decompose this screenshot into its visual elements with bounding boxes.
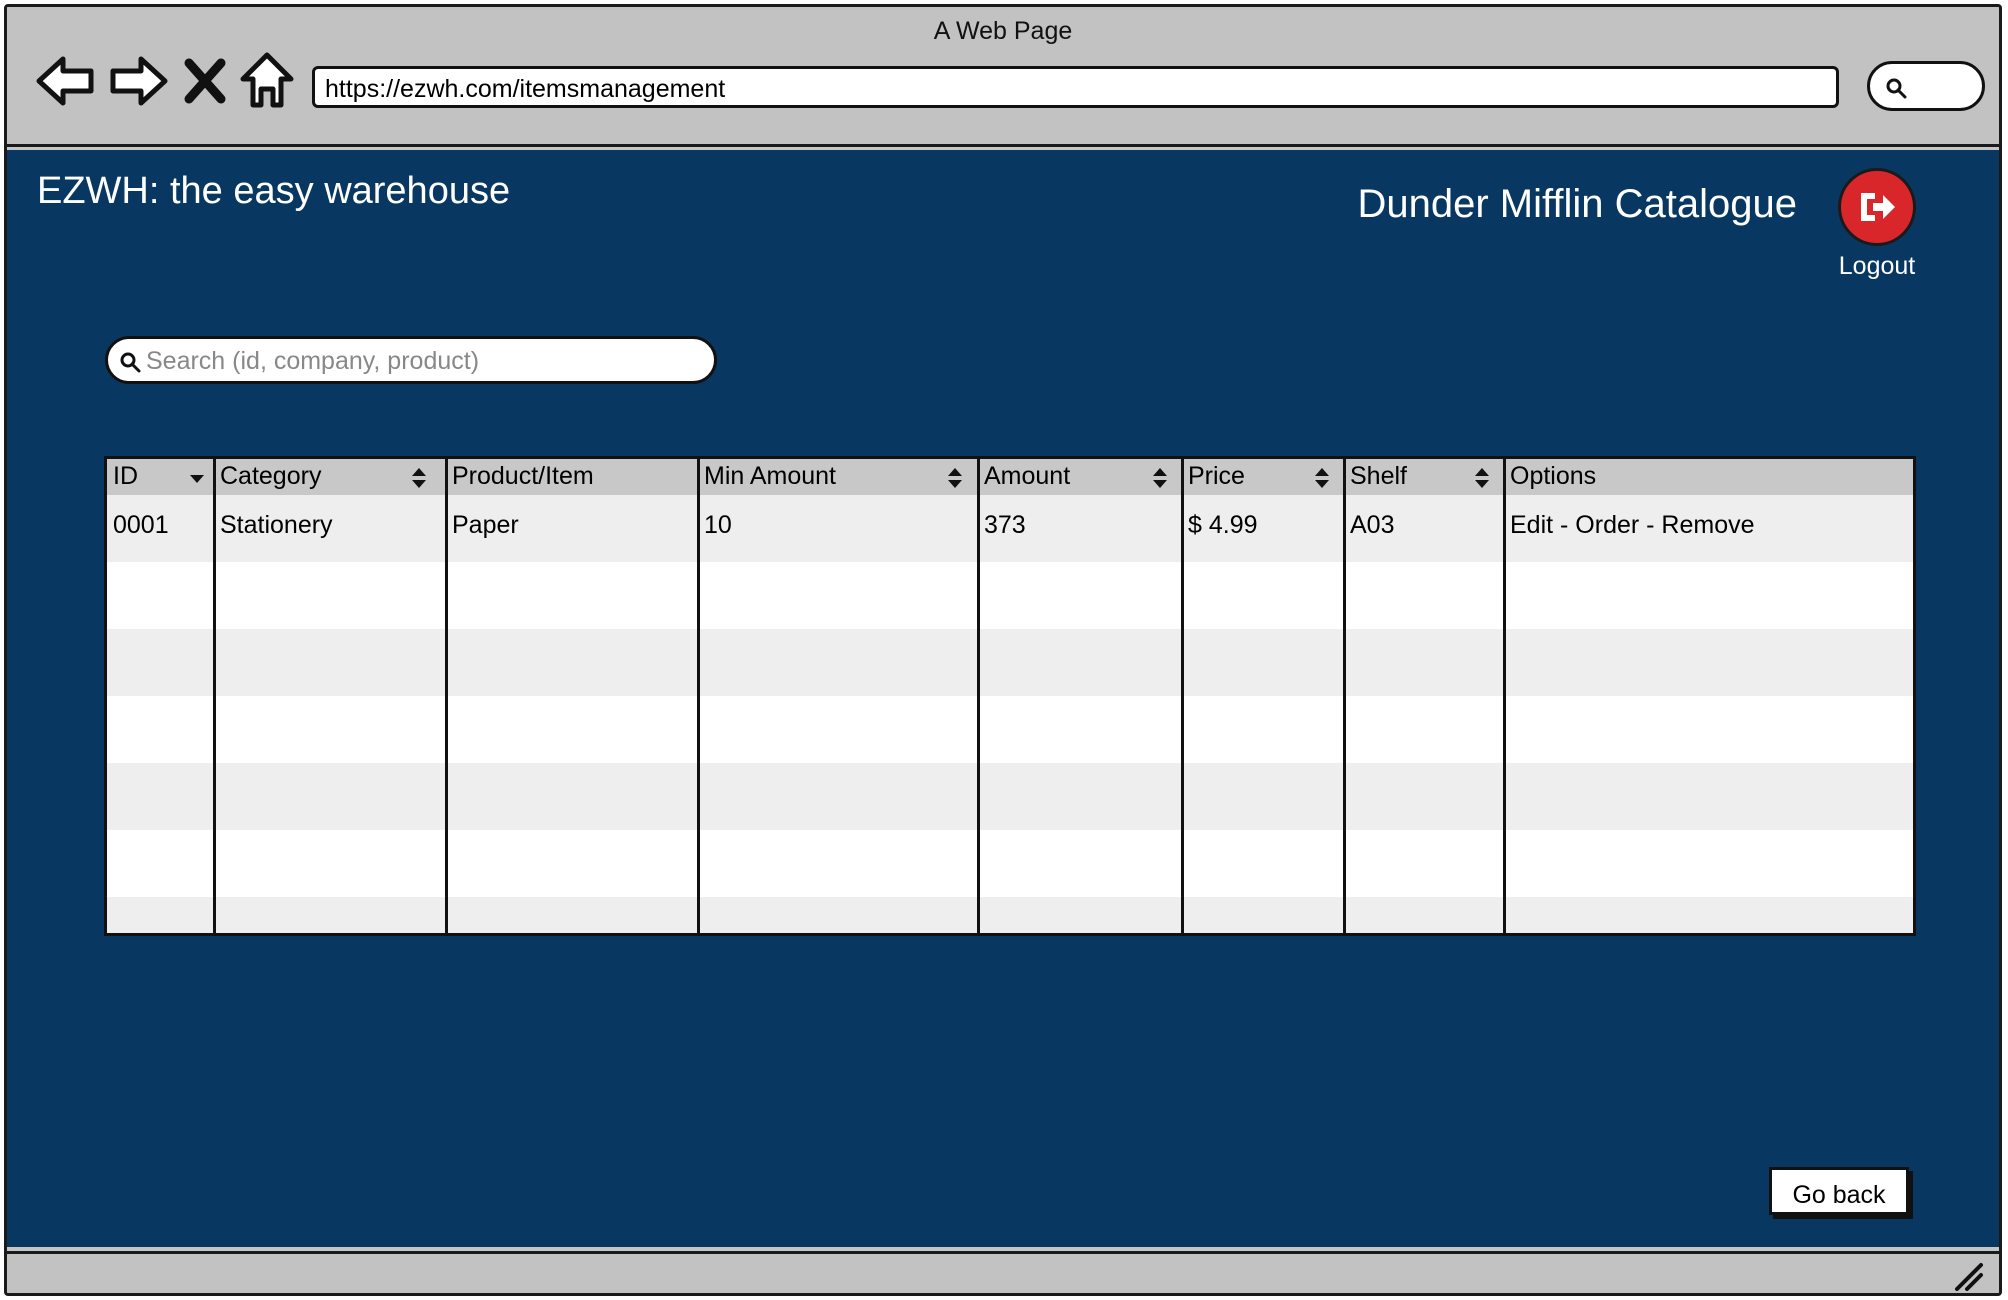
browser-toolbar: A Web Page https://ezwh.com/itemsmanagem…	[7, 7, 1999, 147]
table-row-empty	[107, 830, 1913, 897]
table-row-empty	[107, 696, 1913, 763]
go-back-button[interactable]: Go back	[1769, 1167, 1909, 1215]
cell-product: Paper	[452, 511, 519, 539]
cell-amount: 373	[984, 511, 1026, 539]
browser-search-button[interactable]	[1867, 61, 1985, 111]
window-title: A Web Page	[933, 17, 1073, 45]
sort-icon[interactable]	[1312, 466, 1332, 490]
home-icon[interactable]	[235, 49, 299, 113]
column-divider	[977, 459, 980, 933]
table-header: ID Category Product/Item Min Amount Amou…	[107, 459, 1913, 495]
forward-arrow-icon[interactable]	[107, 49, 171, 113]
cell-min-amount: 10	[704, 511, 732, 539]
sort-desc-icon[interactable]	[187, 466, 207, 490]
table-row-empty	[107, 562, 1913, 629]
logout-icon[interactable]	[1838, 168, 1916, 246]
column-divider	[445, 459, 448, 933]
brand-title: EZWH: the easy warehouse	[37, 170, 511, 212]
status-bar	[7, 1251, 1999, 1293]
browser-window: A Web Page https://ezwh.com/itemsmanagem…	[4, 4, 2002, 1296]
cell-options[interactable]: Edit - Order - Remove	[1504, 495, 1913, 562]
column-label: Shelf	[1350, 462, 1407, 490]
column-label: Price	[1188, 462, 1245, 490]
column-header-options: Options	[1504, 459, 1913, 495]
column-label: ID	[113, 462, 138, 490]
back-arrow-icon[interactable]	[33, 49, 97, 113]
table-row[interactable]: 0001 Stationery Paper 10 373 $ 4.99 A03 …	[107, 495, 1913, 562]
sort-icon[interactable]	[409, 466, 429, 490]
column-header-min-amount[interactable]: Min Amount	[698, 459, 978, 495]
cell-category: Stationery	[220, 511, 333, 539]
address-bar[interactable]: https://ezwh.com/itemsmanagement	[312, 66, 1839, 108]
search-input[interactable]	[146, 343, 706, 379]
items-table: ID Category Product/Item Min Amount Amou…	[104, 456, 1916, 936]
column-divider	[213, 459, 216, 933]
column-label: Options	[1510, 462, 1597, 490]
logout-label[interactable]: Logout	[1832, 252, 1922, 281]
table-row-empty	[107, 629, 1913, 696]
catalogue-title: Dunder Mifflin Catalogue	[1357, 182, 1797, 226]
column-divider	[697, 459, 700, 933]
sort-icon[interactable]	[1150, 466, 1170, 490]
column-divider	[1503, 459, 1506, 933]
column-label: Amount	[984, 462, 1071, 490]
column-header-product[interactable]: Product/Item	[446, 459, 698, 495]
search-field[interactable]	[105, 336, 717, 384]
logout-button[interactable]: Logout	[1832, 168, 1922, 281]
page-content: EZWH: the easy warehouse Dunder Mifflin …	[7, 150, 1999, 1247]
table-row-empty	[107, 763, 1913, 830]
column-label: Product/Item	[452, 462, 594, 490]
cell-price: $ 4.99	[1188, 511, 1258, 539]
cell-shelf: A03	[1350, 511, 1395, 539]
column-divider	[1343, 459, 1346, 933]
close-x-icon[interactable]	[179, 49, 231, 113]
cell-id: 0001	[113, 511, 169, 539]
column-label: Category	[220, 462, 322, 490]
table-row-empty	[107, 897, 1913, 933]
column-label: Min Amount	[704, 462, 837, 490]
column-divider	[1181, 459, 1184, 933]
sort-icon[interactable]	[1472, 466, 1492, 490]
resize-grip-icon[interactable]	[1951, 1259, 1985, 1293]
search-icon	[120, 352, 141, 373]
search-icon	[1886, 78, 1907, 99]
sort-icon[interactable]	[945, 466, 965, 490]
